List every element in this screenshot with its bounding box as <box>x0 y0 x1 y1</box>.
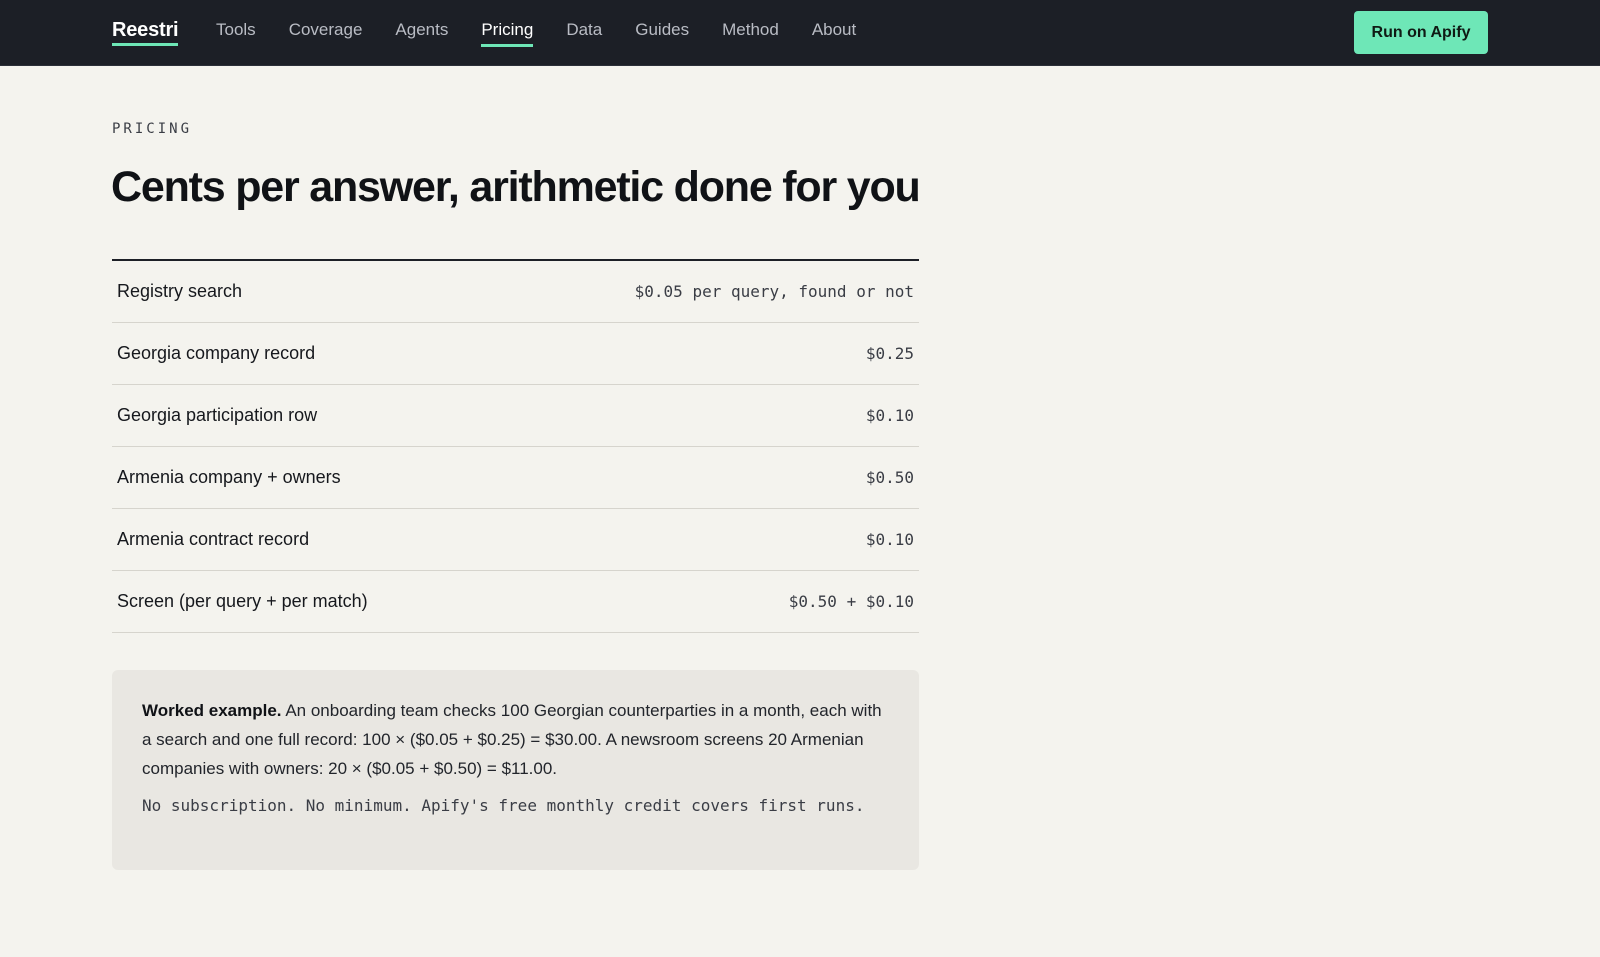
pricing-row-label: Armenia company + owners <box>117 467 341 487</box>
nav-item-method[interactable]: Method <box>722 19 779 47</box>
pricing-row: Georgia company record $0.25 <box>112 323 919 385</box>
run-on-apify-button[interactable]: Run on Apify <box>1354 11 1488 54</box>
pricing-row-value: $0.10 <box>865 406 914 425</box>
pricing-row-label: Georgia participation row <box>117 405 318 425</box>
pricing-note: No subscription. No minimum. Apify's fre… <box>142 796 865 815</box>
pricing-row-label: Registry search <box>117 281 243 301</box>
pricing-row: Georgia participation row $0.10 <box>112 385 919 447</box>
pricing-row: Armenia company + owners $0.50 <box>112 447 919 509</box>
pricing-row-value: $0.50 <box>865 468 914 487</box>
worked-example-text: Worked example. An onboarding team check… <box>142 696 889 783</box>
nav-item-guides[interactable]: Guides <box>635 19 689 47</box>
pricing-row-value: $0.25 <box>865 344 914 363</box>
pricing-row: Registry search $0.05 per query, found o… <box>112 261 919 323</box>
page-title: Cents per answer, arithmetic done for yo… <box>111 163 921 211</box>
pricing-row-label: Armenia contract record <box>117 529 310 549</box>
nav-item-tools[interactable]: Tools <box>216 19 256 47</box>
pricing-row: Screen (per query + per match) $0.50 + $… <box>112 571 919 633</box>
nav-item-about[interactable]: About <box>812 19 856 47</box>
pricing-row-value: $0.10 <box>865 530 914 549</box>
top-navigation-bar: Reestri Tools Coverage Agents Pricing Da… <box>0 0 1600 66</box>
section-eyebrow: PRICING <box>112 121 193 137</box>
nav-item-pricing[interactable]: Pricing <box>481 19 534 47</box>
pricing-table: Registry search $0.05 per query, found o… <box>112 259 919 633</box>
brand-logo[interactable]: Reestri <box>112 19 179 46</box>
worked-example-lead: Worked example. <box>142 701 282 720</box>
pricing-row: Armenia contract record $0.10 <box>112 509 919 571</box>
pricing-row-value: $0.50 + $0.10 <box>788 592 914 611</box>
pricing-row-label: Georgia company record <box>117 343 316 363</box>
nav-item-coverage[interactable]: Coverage <box>289 19 363 47</box>
pricing-row-value: $0.05 per query, found or not <box>634 282 914 301</box>
nav-item-agents[interactable]: Agents <box>395 19 448 47</box>
pricing-row-label: Screen (per query + per match) <box>117 591 368 611</box>
main-nav: Tools Coverage Agents Pricing Data Guide… <box>216 0 889 66</box>
worked-example-card: Worked example. An onboarding team check… <box>112 670 919 870</box>
nav-item-data[interactable]: Data <box>566 19 602 47</box>
